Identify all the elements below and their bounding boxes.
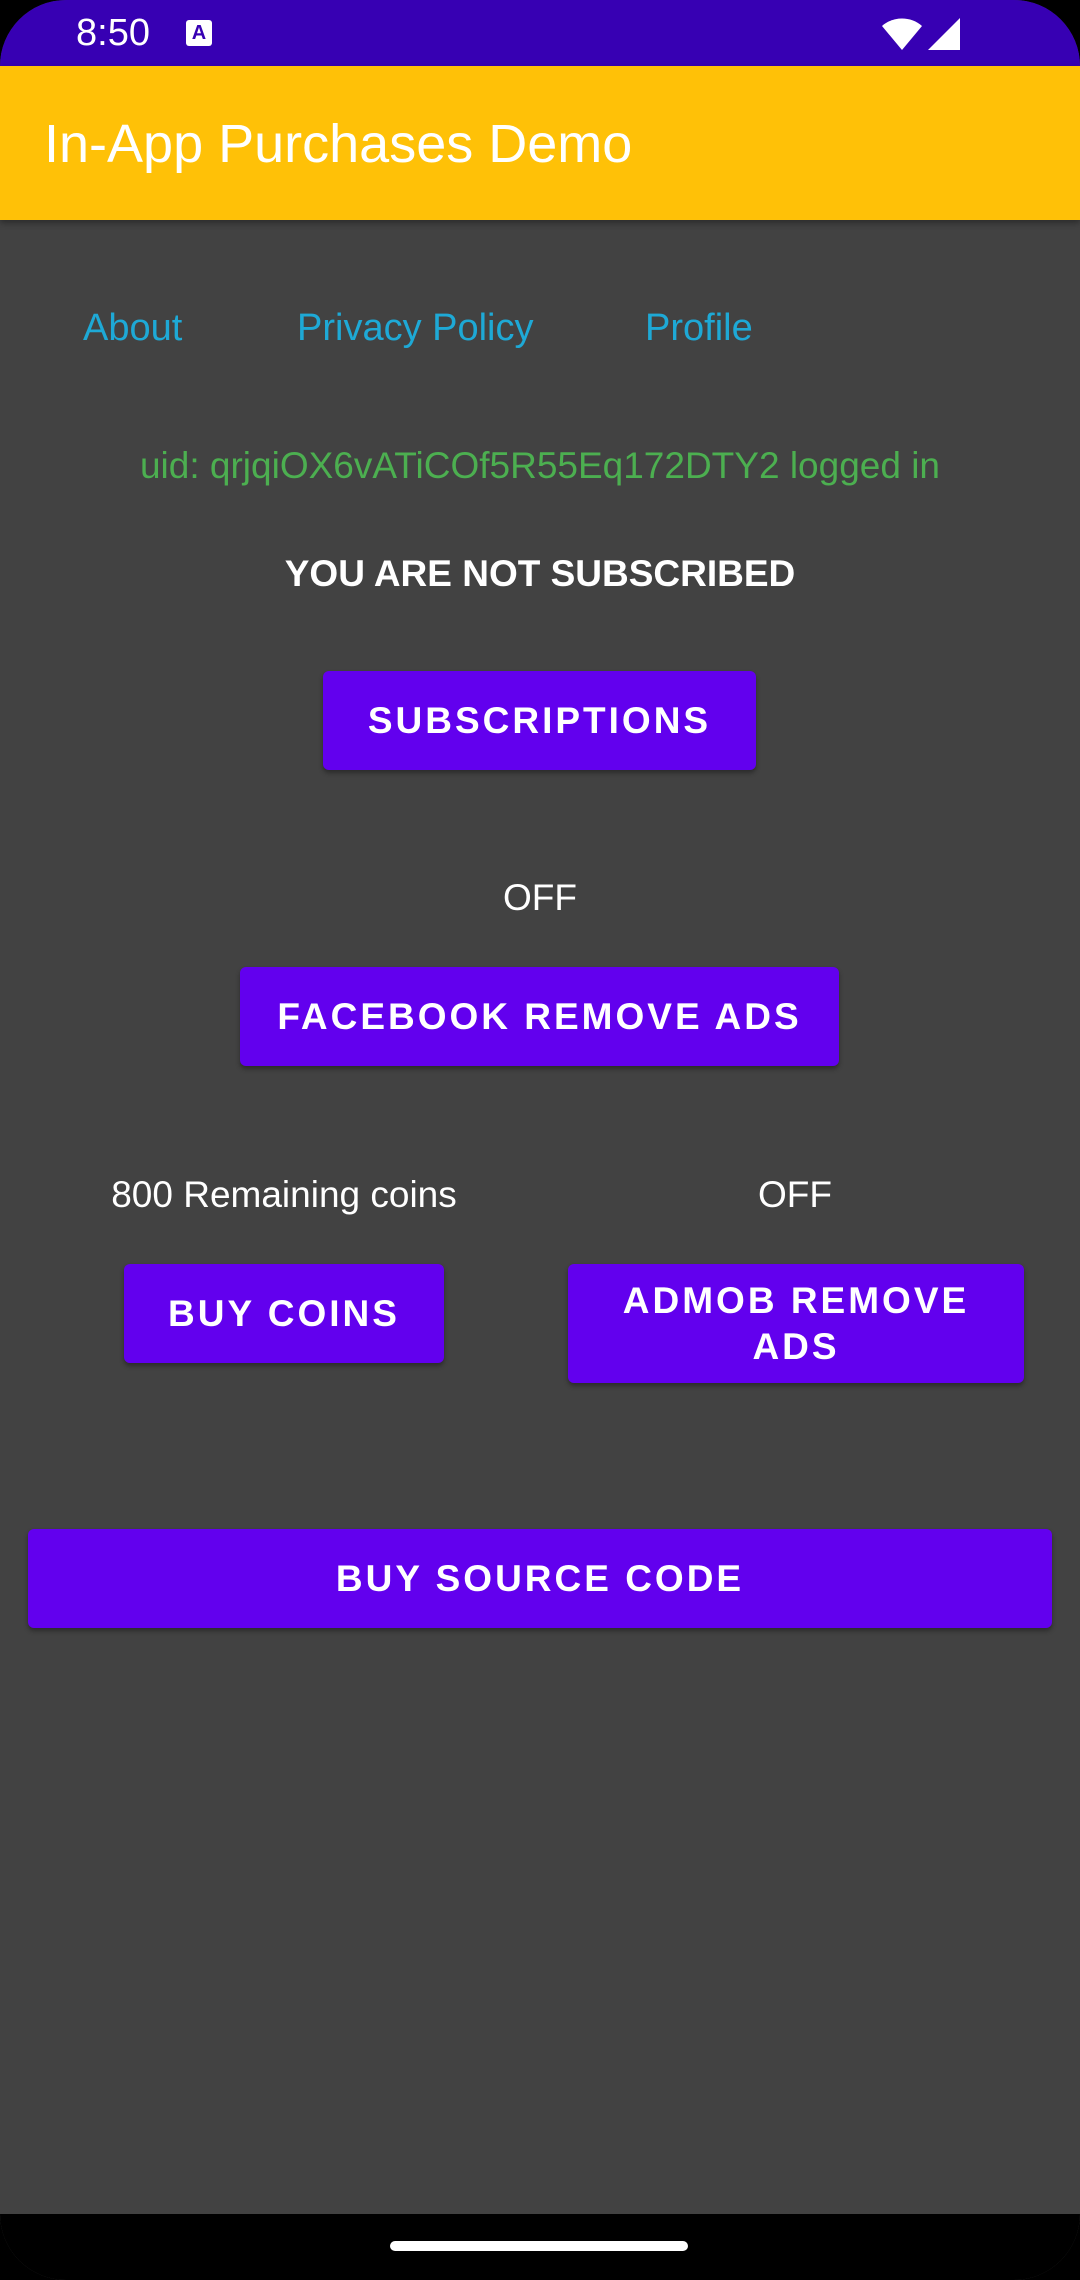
uid-status-text: uid: qrjqiOX6vATiCOf5R55Eq172DTY2 logged…	[139, 445, 941, 486]
app-bar: In-App Purchases Demo	[0, 66, 1080, 220]
subscriptions-button[interactable]: SUBSCRIPTIONS	[323, 671, 756, 770]
status-time: 8:50	[76, 12, 150, 54]
wifi-icon	[882, 18, 922, 50]
about-link[interactable]: About	[83, 304, 182, 352]
status-bar: 8:50 A	[0, 0, 1080, 66]
admob-remove-ads-button[interactable]: ADMOB REMOVE ADS	[568, 1264, 1024, 1383]
subscription-status: YOU ARE NOT SUBSCRIBED	[284, 553, 796, 594]
app-title: In-App Purchases Demo	[44, 114, 633, 174]
facebook-remove-ads-button[interactable]: FACEBOOK REMOVE ADS	[240, 967, 839, 1066]
signal-icon	[928, 18, 960, 50]
a-notification-icon: A	[186, 20, 212, 46]
buy-source-code-button[interactable]: BUY SOURCE CODE	[28, 1529, 1052, 1628]
admob-ads-status: OFF	[758, 1174, 832, 1215]
privacy-policy-link[interactable]: Privacy Policy	[297, 304, 534, 352]
facebook-ads-status: OFF	[503, 877, 577, 918]
app-screen: 8:50 A In-App Purchases Demo About Priva…	[0, 0, 1080, 2280]
profile-link[interactable]: Profile	[645, 304, 753, 352]
buy-coins-button[interactable]: BUY COINS	[124, 1264, 444, 1363]
home-gesture-handle[interactable]	[390, 2241, 688, 2251]
remaining-coins-text: 800 Remaining coins	[111, 1174, 457, 1215]
